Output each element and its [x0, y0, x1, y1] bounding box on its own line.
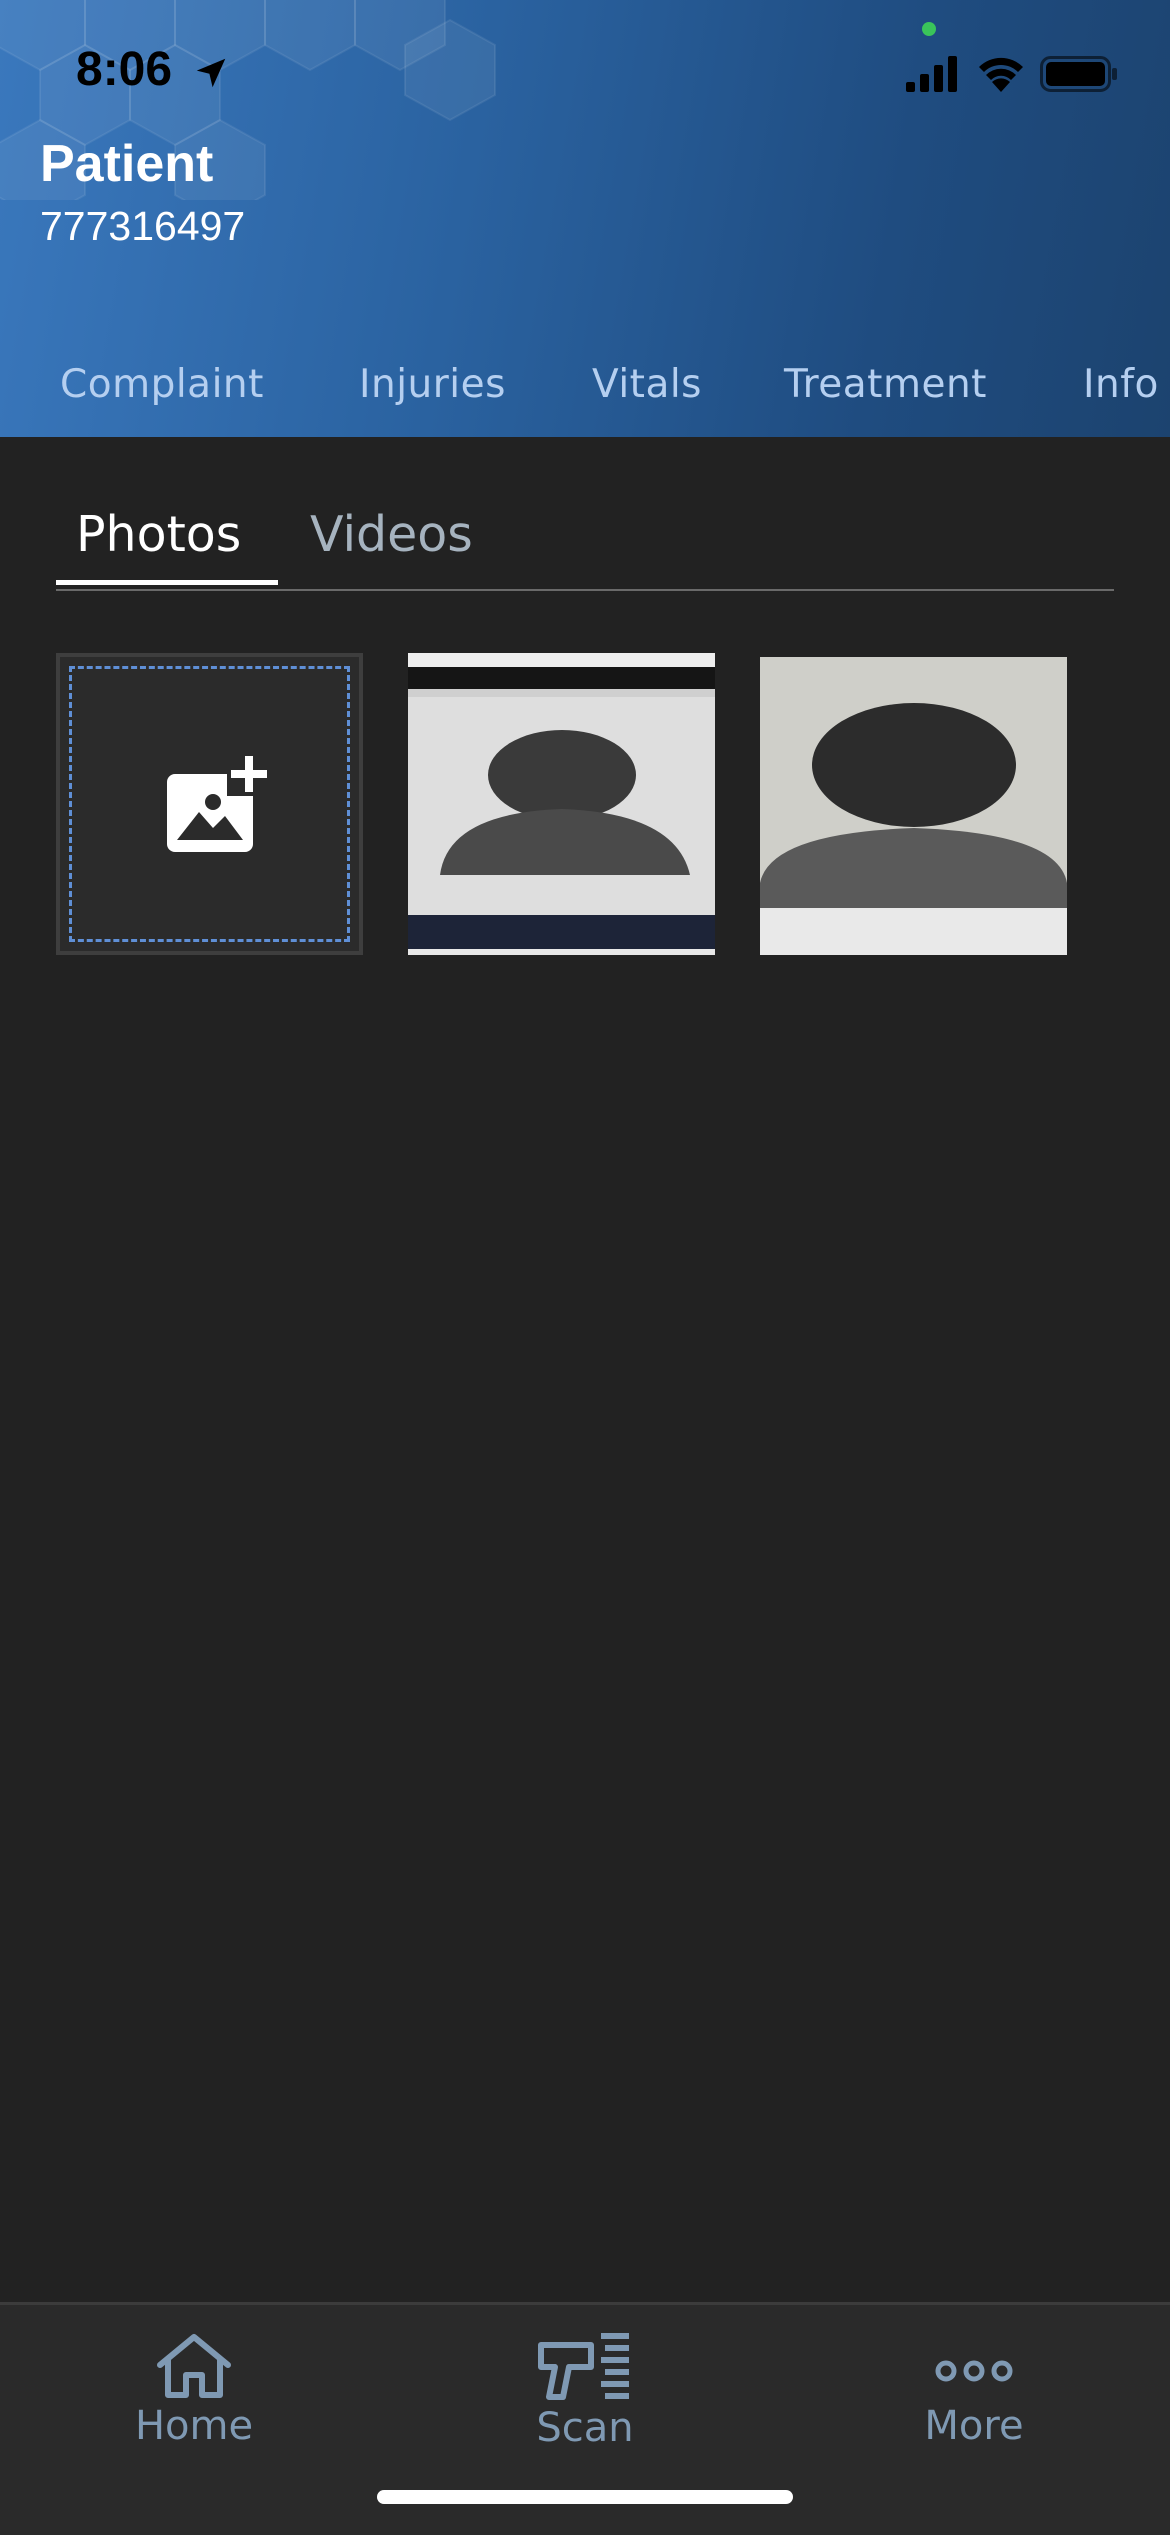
cellular-signal-icon: [906, 56, 957, 92]
tab-vitals[interactable]: Vitals: [592, 362, 702, 407]
active-tab-indicator: [56, 580, 278, 585]
tab-photos[interactable]: Photos: [76, 506, 241, 563]
home-indicator[interactable]: [377, 2490, 793, 2504]
media-tab-bar: Photos Videos: [56, 500, 1114, 591]
patient-photo-thumbnail[interactable]: [408, 653, 715, 955]
nav-scan[interactable]: Scan: [455, 2331, 715, 2451]
nav-more-label: More: [924, 2403, 1024, 2449]
home-icon: [157, 2334, 231, 2398]
tab-complaint[interactable]: Complaint: [60, 362, 264, 407]
nav-scan-label: Scan: [536, 2405, 634, 2451]
avatar-placeholder-image: [760, 653, 1067, 955]
tab-videos[interactable]: Videos: [310, 506, 473, 563]
tab-info[interactable]: Info: [1083, 362, 1159, 407]
battery-icon: [1040, 56, 1117, 92]
tab-treatment[interactable]: Treatment: [784, 362, 987, 407]
avatar-placeholder-image: [408, 653, 715, 955]
tab-injuries[interactable]: Injuries: [359, 362, 506, 407]
add-photo-icon: [167, 752, 271, 852]
nav-home-label: Home: [134, 2403, 254, 2449]
barcode-scanner-icon: [538, 2333, 629, 2400]
patient-id: 777316497: [40, 203, 246, 249]
status-bar: 8:06: [0, 0, 1170, 150]
add-photo-button[interactable]: [56, 653, 363, 955]
nav-more[interactable]: More: [844, 2331, 1104, 2449]
page-title: Patient: [40, 135, 214, 193]
wifi-icon: [979, 57, 1023, 92]
privacy-indicator-dot: [922, 22, 936, 36]
nav-home[interactable]: Home: [64, 2331, 324, 2449]
status-time: 8:06: [76, 43, 173, 96]
patient-photo-thumbnail[interactable]: [760, 653, 1067, 955]
patient-header: 8:06 Patient 777316497 Complaint Injurie…: [0, 0, 1170, 437]
location-arrow-icon: [196, 58, 226, 88]
more-icon: [935, 2360, 1013, 2382]
